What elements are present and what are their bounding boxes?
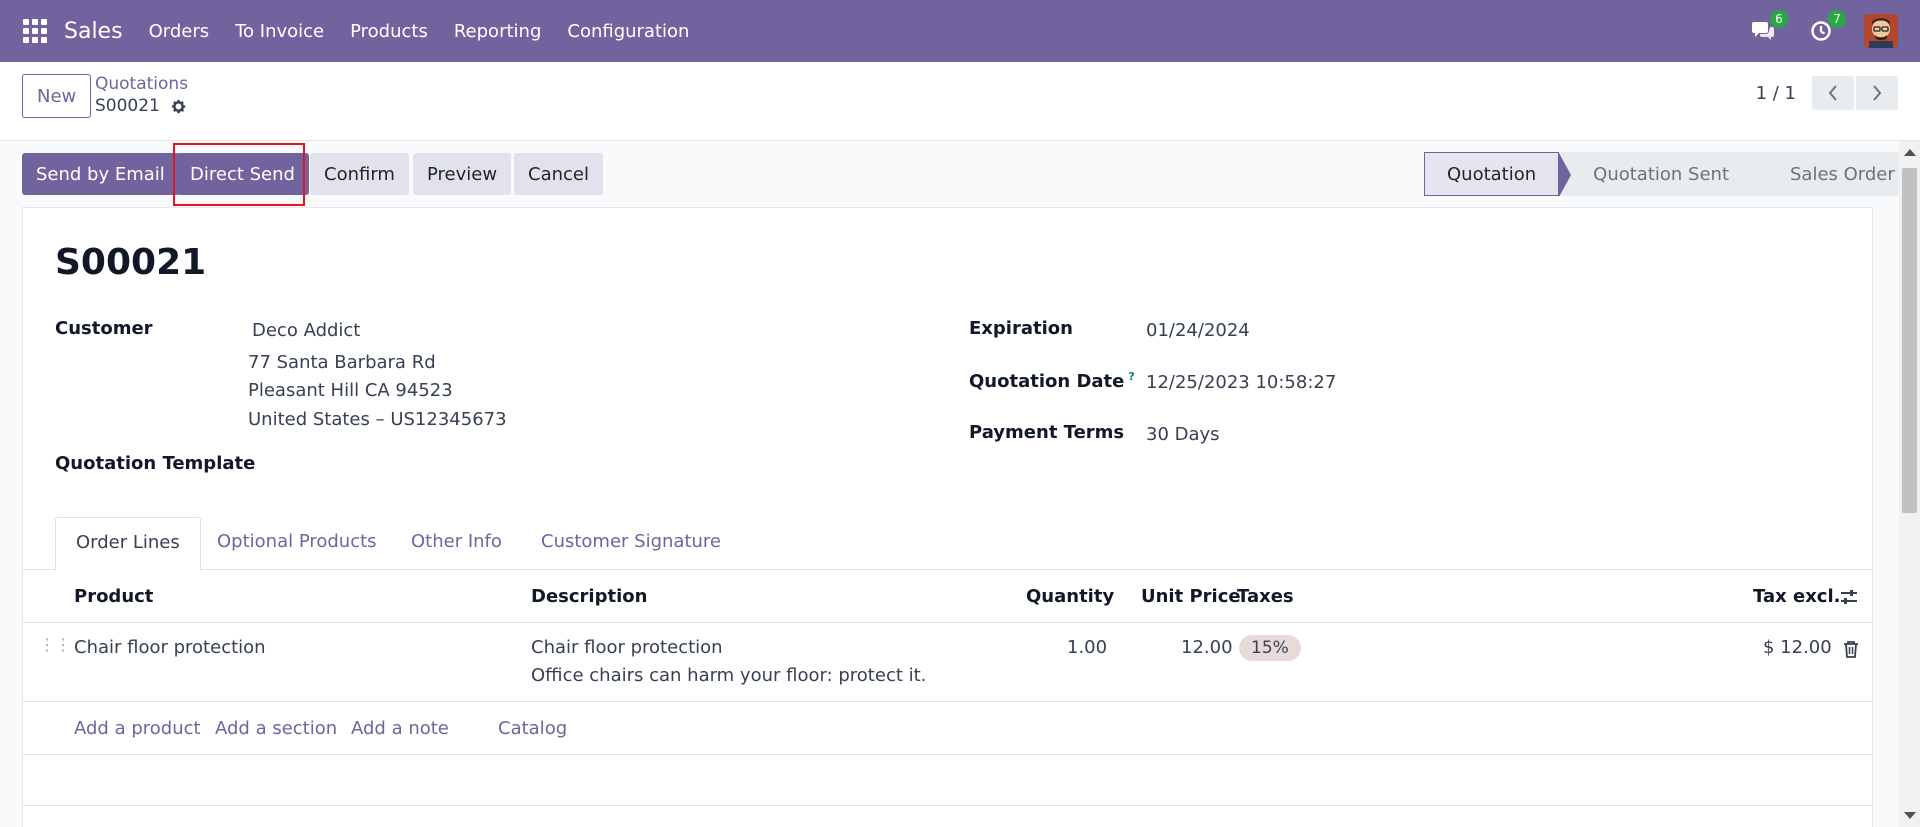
row-unit-price[interactable]: 12.00 [1181,637,1233,658]
column-description[interactable]: Description [531,570,647,623]
scroll-up-icon[interactable] [1904,149,1916,156]
menu-products[interactable]: Products [350,21,428,42]
column-tax-excl[interactable]: Tax excl. [1753,570,1840,623]
row-description-line1[interactable]: Chair floor protection [531,637,723,658]
stage-sales-order-label: Sales Order [1790,163,1895,185]
row-description-line2[interactable]: Office chairs can harm your floor: prote… [531,665,926,686]
row-subtotal: $ 12.00 [1763,637,1832,658]
page-title: S00021 [55,242,207,283]
drag-handle-icon[interactable]: ⋮⋮ [39,637,71,653]
add-product-link[interactable]: Add a product [74,702,201,755]
apps-menu-icon[interactable] [23,19,47,43]
stage-quotation-label: Quotation [1447,163,1537,185]
customer-address-line3: United States – US12345673 [248,409,507,430]
send-by-email-button[interactable]: Send by Email [22,153,179,195]
activities-button[interactable]: 7 [1806,10,1846,46]
activities-count-badge: 7 [1828,10,1846,28]
payment-terms-label: Payment Terms [969,422,1125,443]
customer-label: Customer [55,318,153,339]
add-line-row: Add a product Add a section Add a note C… [23,702,1874,755]
preview-button[interactable]: Preview [413,153,512,195]
menu-reporting[interactable]: Reporting [454,21,542,42]
column-product[interactable]: Product [74,570,153,623]
quotation-date-label-text: Quotation Date [969,371,1125,392]
quotation-date-help-icon[interactable]: ? [1128,370,1134,383]
customer-address-line2: Pleasant Hill CA 94523 [248,380,453,401]
user-avatar[interactable] [1864,14,1898,48]
row-quantity[interactable]: 1.00 [1067,637,1107,658]
scroll-down-icon[interactable] [1904,812,1916,819]
confirm-button[interactable]: Confirm [310,153,409,195]
stage-quotation-sent[interactable]: Quotation Sent [1559,152,1767,196]
scrollbar-thumb[interactable] [1902,168,1917,513]
payment-terms-field[interactable]: 30 Days [1146,424,1220,445]
control-panel: New Quotations S00021 1 / 1 [0,62,1920,141]
expiration-field[interactable]: 01/24/2024 [1146,320,1250,341]
messages-count-badge: 6 [1770,10,1788,28]
chevron-left-icon [1828,85,1837,101]
empty-row [23,755,1874,806]
chevron-right-icon [1873,85,1882,101]
breadcrumb-current: S00021 [95,96,188,116]
quotation-template-label: Quotation Template [55,453,256,474]
menu-orders[interactable]: Orders [149,21,210,42]
messages-button[interactable]: 6 [1748,10,1788,46]
stage-quotation-sent-label: Quotation Sent [1593,163,1729,185]
customer-address-line1: 77 Santa Barbara Rd [248,352,436,373]
menu-to-invoice[interactable]: To Invoice [235,21,324,42]
add-note-link[interactable]: Add a note [351,702,449,755]
customer-field[interactable]: Deco Addict [252,320,360,341]
row-product[interactable]: Chair floor protection [74,637,266,658]
quotation-date-field[interactable]: 12/25/2023 10:58:27 [1146,372,1336,393]
notebook-tabs: Order Lines Optional Products Other Info… [23,517,1874,571]
new-button[interactable]: New [22,74,92,118]
app-name[interactable]: Sales [64,19,123,44]
menu-configuration[interactable]: Configuration [567,21,689,42]
stage-sales-order[interactable]: Sales Order [1756,152,1917,196]
table-row[interactable]: ⋮⋮ Chair floor protection Chair floor pr… [23,623,1874,702]
breadcrumb: Quotations S00021 [95,74,188,116]
order-lines-header: Product Description Quantity Unit Price … [23,570,1874,623]
trash-icon[interactable] [1843,640,1859,658]
breadcrumb-quotations[interactable]: Quotations [95,74,188,94]
pager-next-button[interactable] [1856,76,1898,110]
breadcrumb-current-label: S00021 [95,96,160,116]
pager-previous-button[interactable] [1812,76,1854,110]
direct-send-highlight [173,143,305,206]
catalog-link[interactable]: Catalog [498,702,567,755]
expiration-label: Expiration [969,318,1073,339]
column-unit-price[interactable]: Unit Price [1141,570,1241,623]
cancel-button[interactable]: Cancel [514,153,603,195]
column-settings-icon[interactable] [1839,587,1859,607]
column-quantity[interactable]: Quantity [1026,570,1114,623]
page-scrollbar[interactable] [1899,141,1920,827]
tab-optional-products[interactable]: Optional Products [197,517,397,570]
status-bar: Quotation Quotation Sent Sales Order [1424,152,1917,197]
tab-customer-signature[interactable]: Customer Signature [521,517,741,570]
quotation-date-label: Quotation Date? [969,370,1135,392]
pager: 1 / 1 [1756,76,1898,110]
pager-value[interactable]: 1 / 1 [1756,83,1796,104]
gear-icon[interactable] [170,98,187,115]
column-taxes[interactable]: Taxes [1237,570,1294,623]
stage-quotation[interactable]: Quotation [1424,152,1572,197]
tax-badge[interactable]: 15% [1239,635,1301,661]
add-section-link[interactable]: Add a section [215,702,337,755]
tab-order-lines[interactable]: Order Lines [55,517,201,571]
tab-other-info[interactable]: Other Info [391,517,522,570]
top-navbar: Sales Orders To Invoice Products Reporti… [0,0,1920,62]
form-sheet: S00021 Customer Deco Addict 77 Santa Bar… [22,207,1874,827]
